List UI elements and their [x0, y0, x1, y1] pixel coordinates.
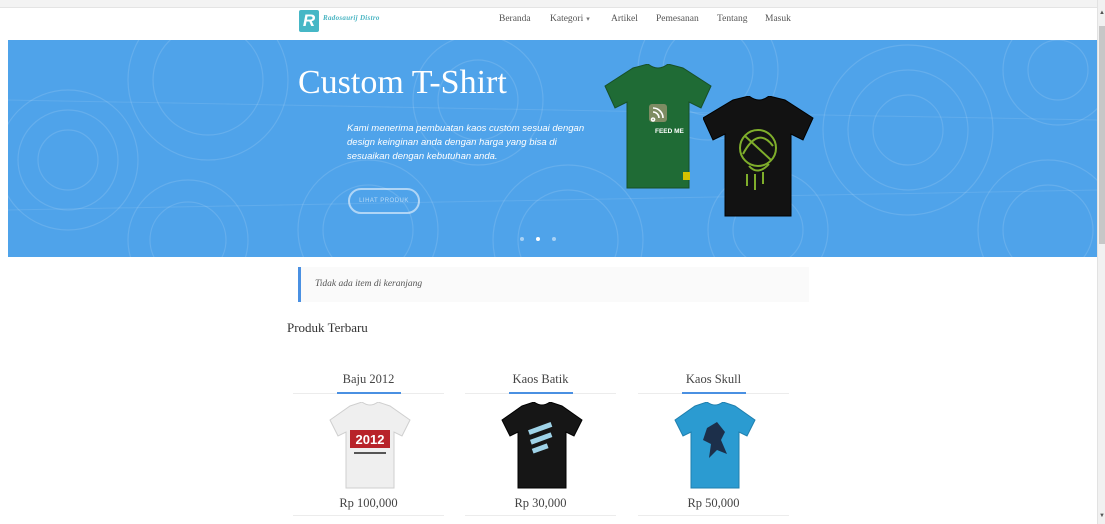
hero-title: Custom T-Shirt: [298, 64, 507, 101]
cart-notice: Tidak ada item di keranjang: [298, 267, 809, 302]
product-price: Rp 30,000: [514, 496, 567, 510]
product-name[interactable]: Kaos Batik: [465, 372, 616, 387]
nav-masuk[interactable]: Masuk: [765, 14, 791, 24]
brand-logo[interactable]: R: [299, 10, 319, 32]
product-card[interactable]: Kaos Batik Rp 30,000: [465, 372, 616, 522]
brand-name[interactable]: Radosaurij Distro: [323, 14, 380, 22]
divider: [638, 515, 789, 516]
product-card[interactable]: Kaos Skull Rp 50,000: [638, 372, 789, 522]
product-name[interactable]: Baju 2012: [293, 372, 444, 387]
product-image[interactable]: [673, 402, 757, 490]
product-name[interactable]: Kaos Skull: [638, 372, 789, 387]
carousel-dot-1[interactable]: [520, 237, 524, 241]
product-image[interactable]: [500, 402, 584, 490]
browser-top-strip: [0, 0, 1097, 8]
chevron-down-icon: ▾: [586, 15, 590, 23]
navbar: R Radosaurij Distro Beranda Kategori ▾ Ar…: [0, 8, 1097, 38]
nav-kategori-label: Kategori: [550, 14, 584, 24]
shirt-print-text: 2012: [355, 432, 385, 447]
nav-artikel[interactable]: Artikel: [611, 14, 638, 24]
scrollbar[interactable]: ▲ ▼: [1097, 0, 1105, 524]
section-title: Produk Terbaru: [287, 320, 368, 335]
divider: [465, 515, 616, 516]
nav-pemesanan[interactable]: Pemesanan: [656, 14, 699, 24]
nav-tentang[interactable]: Tentang: [717, 14, 747, 24]
divider: [293, 515, 444, 516]
scrollbar-thumb[interactable]: [1099, 26, 1105, 244]
product-card[interactable]: Baju 2012 2012 Rp 100,000: [293, 372, 444, 522]
product-price: Rp 100,000: [339, 496, 398, 510]
scroll-down-arrow-icon[interactable]: ▼: [1099, 513, 1105, 519]
scroll-up-arrow-icon[interactable]: ▲: [1099, 10, 1105, 16]
carousel-dot-3[interactable]: [552, 237, 556, 241]
carousel-dot-2[interactable]: [536, 237, 540, 241]
nav-beranda[interactable]: Beranda: [499, 14, 531, 24]
hero-cta-button[interactable]: LIHAT PRODUK: [348, 188, 420, 214]
cart-empty-message: Tidak ada item di keranjang: [315, 279, 423, 289]
hero-description: Kami menerima pembuatan kaos custom sesu…: [347, 123, 585, 162]
hero-carousel[interactable]: Custom T-Shirt Kami menerima pembuatan k…: [8, 40, 1097, 257]
title-underline: [509, 392, 573, 394]
shirt-print-text: FEED ME: [655, 128, 684, 135]
black-tshirt-image: [703, 96, 814, 217]
green-tshirt-image: [604, 64, 712, 189]
title-underline: [682, 392, 746, 394]
product-price: Rp 50,000: [687, 496, 740, 510]
title-underline: [337, 392, 401, 394]
nav-kategori[interactable]: Kategori ▾: [550, 14, 590, 24]
